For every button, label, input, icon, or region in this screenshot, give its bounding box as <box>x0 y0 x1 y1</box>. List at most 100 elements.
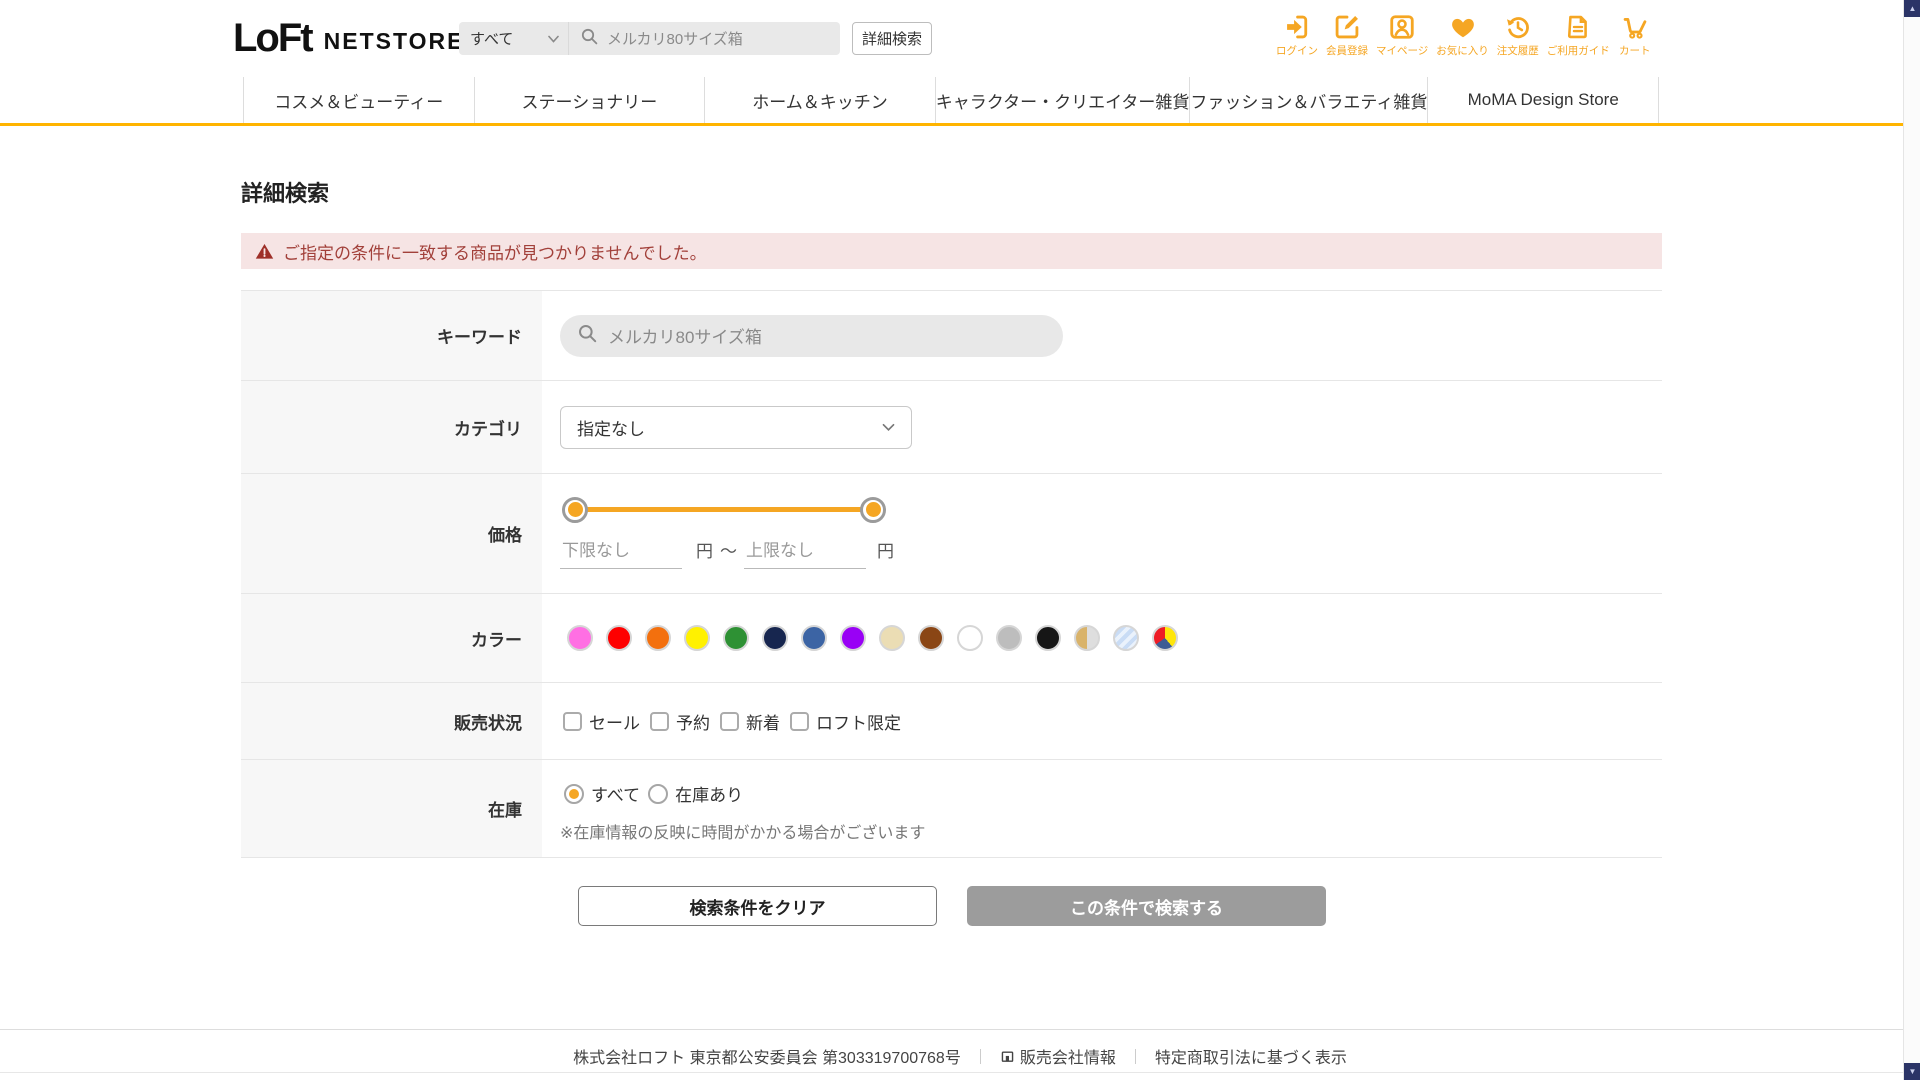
advanced-search-button[interactable]: 詳細検索 <box>852 22 932 55</box>
footer-separator <box>1135 1049 1136 1064</box>
color-swatch-green[interactable] <box>723 625 749 651</box>
checkbox-new[interactable] <box>720 712 739 731</box>
checkbox-label-sale: セール <box>589 709 640 734</box>
top-bar: LoFt NETSTORE すべて メルカリ80サイズ箱 詳細検索 ログイン会員… <box>0 0 1920 77</box>
price-max-input[interactable]: 上限なし <box>744 536 866 569</box>
vertical-scrollbar[interactable]: ▲ ▼ <box>1903 0 1920 1080</box>
nav-item-moma[interactable]: MoMA Design Store <box>1427 77 1659 123</box>
nav-item-character-goods[interactable]: キャラクター・クリエイター雑貨 <box>935 77 1190 123</box>
stock-option-in-stock[interactable]: 在庫あり <box>648 781 743 806</box>
color-swatch-blue[interactable] <box>801 625 827 651</box>
search-category-select[interactable]: すべて <box>459 22 569 55</box>
page: LoFt NETSTORE すべて メルカリ80サイズ箱 詳細検索 ログイン会員… <box>0 0 1920 1080</box>
header-quick-links: ログイン会員登録マイページお気に入り注文履歴ご利用ガイドカート <box>1272 13 1656 58</box>
loft-netstore-logo[interactable]: LoFt NETSTORE <box>233 0 464 77</box>
radio-all[interactable] <box>564 784 584 804</box>
checkbox-label-reserve: 予約 <box>676 709 710 734</box>
checkbox-sale[interactable] <box>563 712 582 731</box>
scrollbar-up-arrow-icon[interactable]: ▲ <box>1904 0 1920 17</box>
color-label: カラー <box>241 594 542 682</box>
quicklink-guide[interactable]: ご利用ガイド <box>1543 13 1614 58</box>
price-slider-min-handle[interactable] <box>562 497 588 523</box>
quicklink-favorite[interactable]: お気に入り <box>1432 13 1493 58</box>
color-swatch-yellow[interactable] <box>684 625 710 651</box>
color-swatch-gold-silver[interactable] <box>1074 625 1100 651</box>
quicklink-mypage[interactable]: マイページ <box>1372 13 1432 58</box>
scrollbar-down-arrow-icon[interactable]: ▼ <box>1904 1063 1920 1080</box>
store-icon <box>1000 1049 1015 1064</box>
mypage-icon <box>1388 13 1416 41</box>
login-icon <box>1283 13 1311 41</box>
search-with-conditions-button[interactable]: この条件で検索する <box>967 886 1326 926</box>
search-icon <box>578 324 597 348</box>
color-swatch-navy[interactable] <box>762 625 788 651</box>
price-row: 価格 下限なし 円 ～ 上限なし 円 <box>241 474 1662 594</box>
stock-row: 在庫 すべて在庫あり ※在庫情報の反映に時間がかかる場合がございます <box>241 760 1662 858</box>
nav-accent-rule <box>0 123 1920 126</box>
favorite-icon <box>1449 13 1477 41</box>
logo-loft-text: LoFt <box>233 16 312 61</box>
quicklink-label: マイページ <box>1376 43 1428 58</box>
category-selected-value: 指定なし <box>577 415 645 440</box>
color-swatch-red[interactable] <box>606 625 632 651</box>
checkbox-loft-limited[interactable] <box>790 712 809 731</box>
category-nav-items: コスメ＆ビューティーステーショナリーホーム＆キッチンキャラクター・クリエイター雑… <box>243 77 1659 123</box>
price-separator: ～ <box>720 537 737 569</box>
sales-option-reserve[interactable]: 予約 <box>650 709 710 734</box>
footer-link-company-info[interactable]: 販売会社情報 <box>1000 1044 1116 1068</box>
alert-message: ご指定の条件に一致する商品が見つかりませんでした。 <box>283 239 707 264</box>
header-search-input[interactable]: メルカリ80サイズ箱 <box>569 22 840 55</box>
price-slider-max-handle[interactable] <box>860 497 886 523</box>
quicklink-label: カート <box>1619 43 1651 58</box>
nav-item-fashion-variety[interactable]: ファッション＆バラエティ雑貨 <box>1189 77 1427 123</box>
guide-icon <box>1564 13 1592 41</box>
no-results-alert: ご指定の条件に一致する商品が見つかりませんでした。 <box>241 233 1662 269</box>
footer-link-tokushoho[interactable]: 特定商取引法に基づく表示 <box>1155 1044 1347 1068</box>
category-select[interactable]: 指定なし <box>560 406 912 449</box>
clear-conditions-button[interactable]: 検索条件をクリア <box>578 886 937 926</box>
color-swatch-gray[interactable] <box>996 625 1022 651</box>
quicklink-label: 会員登録 <box>1326 43 1368 58</box>
page-title: 詳細検索 <box>241 176 329 208</box>
color-swatch-multicolor[interactable] <box>1152 625 1178 651</box>
stock-label: 在庫 <box>241 760 542 857</box>
sales-status-row: 販売状況 セール 予約 新着ロフト限定 <box>241 683 1662 760</box>
color-swatch-beige[interactable] <box>879 625 905 651</box>
radio-in-stock[interactable] <box>648 784 668 804</box>
footer: 株式会社ロフト 東京都公安委員会 第303319700768号 販売会社情報特定… <box>0 1029 1920 1068</box>
sales-option-loft-limited[interactable]: ロフト限定 <box>790 709 901 734</box>
color-swatch-black[interactable] <box>1035 625 1061 651</box>
footer-separator <box>980 1049 981 1064</box>
sales-option-sale[interactable]: セール <box>563 709 640 734</box>
quicklink-login[interactable]: ログイン <box>1272 13 1322 58</box>
sales-status-label: 販売状況 <box>241 683 542 759</box>
nav-item-cosme[interactable]: コスメ＆ビューティー <box>243 77 474 123</box>
keyword-row: キーワード メルカリ80サイズ箱 <box>241 291 1662 381</box>
color-swatch-pink[interactable] <box>567 625 593 651</box>
footer-inner: 株式会社ロフト 東京都公安委員会 第303319700768号 販売会社情報特定… <box>0 1044 1920 1068</box>
quicklink-register[interactable]: 会員登録 <box>1322 13 1372 58</box>
footer-link-label: 販売会社情報 <box>1020 1044 1116 1068</box>
sales-status-options: セール 予約 新着ロフト限定 <box>563 709 911 734</box>
price-min-input[interactable]: 下限なし <box>560 536 682 569</box>
quicklink-cart[interactable]: カート <box>1614 13 1656 58</box>
checkbox-label-new: 新着 <box>746 709 780 734</box>
logo-netstore-text: NETSTORE <box>324 28 465 55</box>
color-swatch-orange[interactable] <box>645 625 671 651</box>
nav-item-stationery[interactable]: ステーショナリー <box>474 77 705 123</box>
keyword-label: キーワード <box>241 291 542 380</box>
checkbox-reserve[interactable] <box>650 712 669 731</box>
price-label: 価格 <box>241 474 542 593</box>
color-swatch-white[interactable] <box>957 625 983 651</box>
color-swatch-clear[interactable] <box>1113 625 1139 651</box>
color-swatch-brown[interactable] <box>918 625 944 651</box>
color-row: カラー <box>241 594 1662 683</box>
nav-item-home-kitchen[interactable]: ホーム＆キッチン <box>704 77 935 123</box>
stock-option-all[interactable]: すべて <box>564 781 640 806</box>
color-swatch-purple[interactable] <box>840 625 866 651</box>
keyword-input[interactable]: メルカリ80サイズ箱 <box>560 315 1063 357</box>
header-search-query: メルカリ80サイズ箱 <box>607 28 743 49</box>
quicklink-history[interactable]: 注文履歴 <box>1493 13 1543 58</box>
sales-option-new[interactable]: 新着 <box>720 709 780 734</box>
price-range-slider <box>575 507 873 512</box>
